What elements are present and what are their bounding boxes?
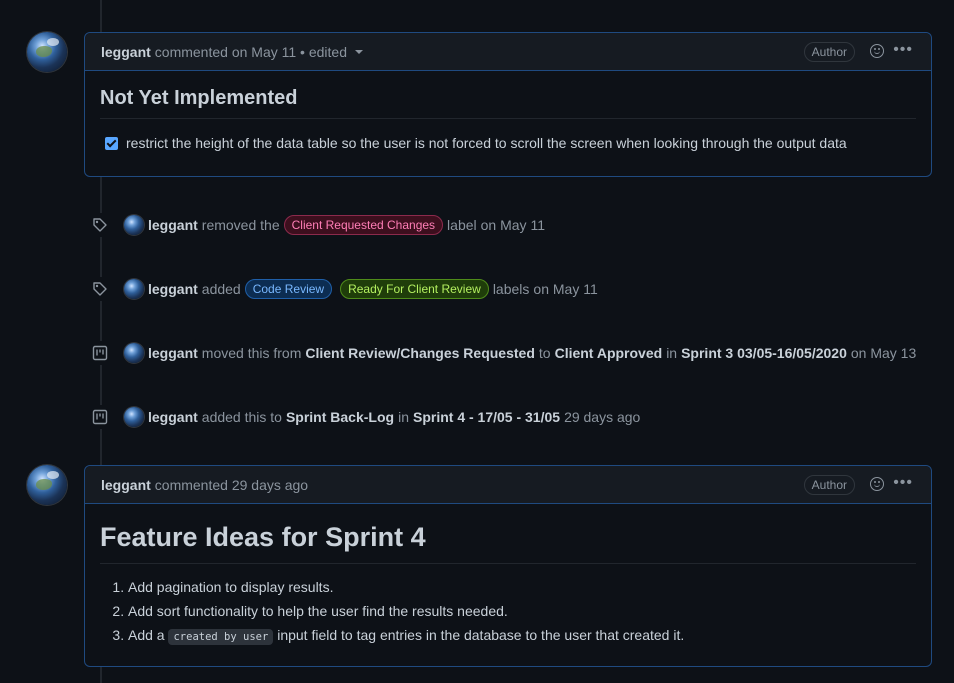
more-options-icon[interactable]: ••• [893,42,913,58]
comment-body: Feature Ideas for Sprint 4 Add paginatio… [85,504,931,670]
comment-heading: Feature Ideas for Sprint 4 [100,522,916,564]
timeline-event-project-added: leggant added this to Sprint Back-Log in… [88,405,640,429]
author-avatar[interactable] [27,32,67,72]
comment-card: leggant commented 29 days ago Author •••… [84,465,932,667]
add-reaction-icon[interactable] [870,477,884,491]
event-text: to [538,345,551,361]
project-icon [88,405,112,429]
event-time[interactable]: 29 days ago [564,409,640,425]
add-reaction-icon[interactable] [870,44,884,58]
event-actor[interactable]: leggant [148,281,198,297]
event-time[interactable]: on May 11 [481,217,545,233]
event-actor[interactable]: leggant [148,217,198,233]
project-icon [88,341,112,365]
list-item-text: input field to tag entries in the databa… [277,627,685,643]
task-checkbox[interactable] [105,136,118,150]
timeline-event-project-moved: leggant moved this from Client Review/Ch… [88,341,916,365]
author-avatar[interactable] [27,465,67,505]
event-text: label [447,217,477,233]
tag-icon [88,277,112,301]
feature-list: Add pagination to display results. Add s… [100,578,916,646]
project-name[interactable]: Sprint 4 - 17/05 - 31/05 [413,409,560,425]
event-time[interactable]: on May 13 [851,345,916,361]
comment-meta[interactable]: commented on May 11 • edited [155,44,347,60]
timeline-event-label-removed: leggant removed the Client Requested Cha… [88,213,545,237]
task-list-item: restrict the height of the data table so… [100,135,916,151]
event-text: labels [492,281,530,297]
list-item-text: Add a [128,627,165,643]
event-actor[interactable]: leggant [148,409,198,425]
actor-avatar[interactable] [124,215,144,235]
comment-header: leggant commented on May 11 • edited Aut… [85,33,931,71]
event-text: removed the [201,217,280,233]
event-time[interactable]: on May 11 [533,281,597,297]
event-text: added [201,281,241,297]
label-code-review[interactable]: Code Review [244,279,333,299]
comment-author[interactable]: leggant [101,44,151,60]
list-item: Add sort functionality to help the user … [128,602,916,620]
author-badge: Author [803,42,855,62]
list-item: Add pagination to display results. [128,578,916,596]
more-options-icon[interactable]: ••• [893,475,913,491]
comment-header: leggant commented 29 days ago Author ••• [85,466,931,504]
comment-author[interactable]: leggant [101,477,151,493]
actor-avatar[interactable] [124,279,144,299]
timeline-event-labels-added: leggant added Code Review Ready For Clie… [88,277,598,301]
tag-icon [88,213,112,237]
project-column[interactable]: Sprint Back-Log [286,409,394,425]
label-ready-for-client-review[interactable]: Ready For Client Review [340,279,489,299]
project-column-from[interactable]: Client Review/Changes Requested [305,345,535,361]
project-column-to[interactable]: Client Approved [555,345,663,361]
comment-meta[interactable]: commented 29 days ago [155,477,308,493]
inline-code: created by user [168,629,274,645]
comment-card: leggant commented on May 11 • edited Aut… [84,32,932,177]
event-text: added this to [201,409,282,425]
list-item: Add a created by user input field to tag… [128,626,916,646]
comment-heading: Not Yet Implemented [100,87,916,119]
project-name[interactable]: Sprint 3 03/05-16/05/2020 [681,345,847,361]
actor-avatar[interactable] [124,343,144,363]
event-text: in [398,409,409,425]
actor-avatar[interactable] [124,407,144,427]
edit-history-caret-icon[interactable] [354,49,363,54]
event-actor[interactable]: leggant [148,345,198,361]
task-text: restrict the height of the data table so… [126,135,847,151]
event-text: in [666,345,678,361]
comment-body: Not Yet Implemented restrict the height … [85,71,931,169]
author-badge: Author [803,475,855,495]
label-client-requested-changes[interactable]: Client Requested Changes [283,215,444,235]
event-text: moved this from [201,345,302,361]
